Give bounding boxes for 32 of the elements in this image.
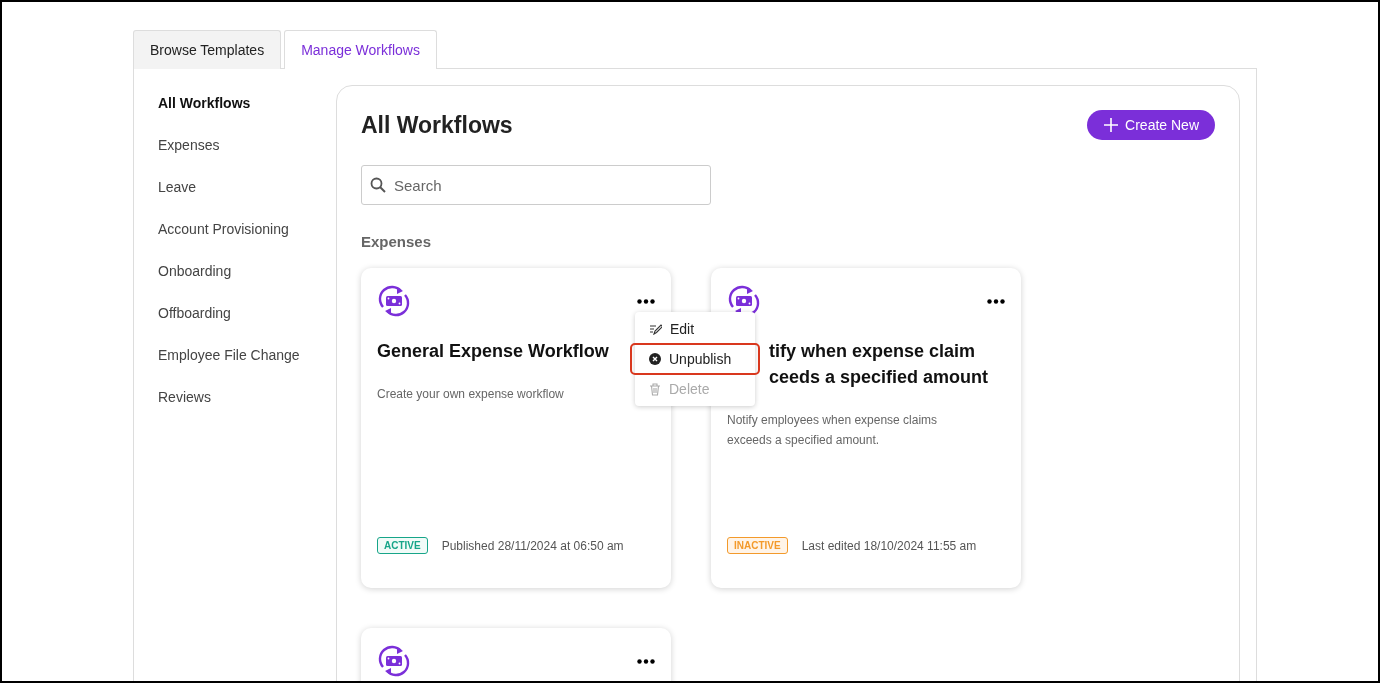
status-badge: ACTIVE [377,537,428,554]
sidebar-item[interactable]: Reviews [158,389,336,431]
sidebar-item[interactable]: Offboarding [158,305,336,347]
trash-icon [649,382,661,396]
sidebar-item[interactable]: Leave [158,179,336,221]
sidebar-item[interactable]: Onboarding [158,263,336,305]
money-cycle-icon [377,284,411,318]
sidebar-item[interactable]: All Workflows [158,95,336,137]
sidebar-item[interactable]: Employee File Change [158,347,336,389]
card-title: ceeds a specified amount [769,366,989,389]
section-heading: Expenses [361,233,433,250]
timestamp-text: Last edited 18/10/2024 11:55 am [801,538,977,553]
close-circle-icon [649,353,661,365]
menu-item[interactable]: Unpublish [631,344,759,374]
card-description: Notify employees when expense claims exceeds a specified amount. [727,412,939,449]
search-field[interactable]: Search [361,165,711,205]
search-icon [370,177,386,193]
sidebar-item[interactable]: Expenses [158,137,336,179]
plus-icon [1103,117,1120,133]
card-title: tify when expense claim [769,340,976,363]
card-title: General Expense Workflow [377,340,609,363]
pencil-lines-icon [649,323,662,335]
tab[interactable]: Browse Templates [133,30,282,69]
timestamp-text: Published 28/11/2024 at 06:50 am [441,538,624,553]
create-new-button[interactable]: Create New [1087,110,1215,140]
card-description: Create your own expense workflow [377,386,564,403]
menu-item[interactable]: Edit [635,314,755,344]
sidebar-item[interactable]: Account Provisioning [158,221,336,263]
money-cycle-icon [377,644,411,678]
tab[interactable]: Manage Workflows [284,30,437,69]
status-badge: INACTIVE [727,537,788,554]
page-title: All Workflows [361,111,513,139]
